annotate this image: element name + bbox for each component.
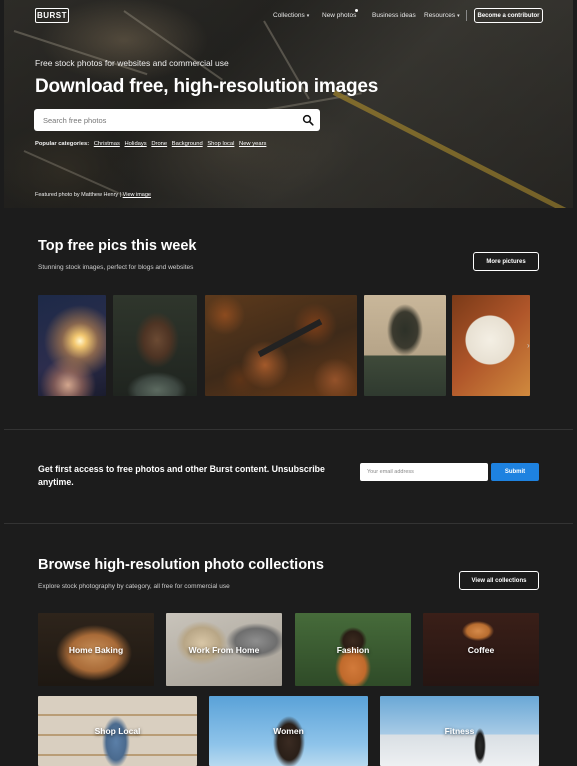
nav-business-ideas[interactable]: Business ideas — [372, 12, 416, 19]
featured-credit-text: Featured photo by Matthew Henry | — [35, 192, 122, 198]
collection-card-fashion[interactable]: Fashion — [295, 613, 411, 686]
search-input[interactable] — [43, 109, 293, 131]
collections-subtitle: Explore stock photography by category, a… — [38, 583, 230, 590]
email-field[interactable] — [360, 463, 488, 481]
section-divider — [4, 429, 573, 430]
submit-button[interactable]: Submit — [491, 463, 539, 481]
featured-photo-credit: Featured photo by Matthew Henry | View i… — [35, 192, 151, 198]
collections-title: Browse high-resolution photo collections — [38, 557, 324, 573]
nav-business-ideas-label: Business ideas — [372, 12, 416, 19]
burst-logo[interactable]: BURST — [35, 8, 69, 23]
popular-categories: Popular categories: Christmas Holidays D… — [35, 141, 269, 147]
category-link-holidays[interactable]: Holidays — [124, 141, 146, 147]
photo-dessert-plate[interactable] — [452, 295, 530, 396]
nav-divider — [466, 10, 467, 21]
become-contributor-button[interactable]: Become a contributor — [474, 8, 543, 23]
chevron-down-icon: ▾ — [457, 13, 460, 19]
collection-label: Fitness — [444, 726, 475, 736]
nav-collections[interactable]: Collections ▾ — [273, 12, 309, 19]
category-link-new-years[interactable]: New years — [239, 141, 266, 147]
photo-courtyard-person[interactable] — [364, 295, 446, 396]
top-pics-title: Top free pics this week — [38, 238, 197, 254]
nav-new-photos[interactable]: New photos — [322, 12, 356, 19]
hero-title: Download free, high-resolution images — [35, 76, 379, 97]
hero-banner — [4, 0, 573, 208]
chevron-down-icon: ▾ — [306, 13, 310, 19]
collection-label: Shop Local — [94, 726, 141, 736]
collection-card-work-from-home[interactable]: Work From Home — [166, 613, 282, 686]
top-pics-subtitle: Stunning stock images, perfect for blogs… — [38, 264, 194, 271]
nav-resources[interactable]: Resources ▾ — [424, 12, 460, 19]
new-indicator-dot — [355, 9, 358, 12]
hero-subtitle: Free stock photos for websites and comme… — [35, 58, 229, 68]
collection-label: Fashion — [336, 644, 370, 655]
more-pictures-button[interactable]: More pictures — [473, 252, 539, 271]
collection-label: Home Baking — [68, 644, 124, 655]
collection-card-fitness[interactable]: Fitness — [380, 696, 539, 766]
category-link-shop-local[interactable]: Shop local — [207, 141, 234, 147]
collection-card-shop-local[interactable]: Shop Local — [38, 696, 197, 766]
category-link-drone[interactable]: Drone — [151, 141, 167, 147]
collection-card-women[interactable]: Women — [209, 696, 368, 766]
popular-categories-label: Popular categories: — [35, 141, 90, 147]
collection-label: Coffee — [467, 644, 495, 655]
collection-card-home-baking[interactable]: Home Baking — [38, 613, 154, 686]
search-icon[interactable] — [302, 114, 314, 126]
collection-label: Women — [273, 726, 304, 736]
newsletter-text: Get first access to free photos and othe… — [38, 464, 325, 487]
carousel-next-icon[interactable]: › — [527, 341, 530, 350]
search-bar — [34, 109, 320, 131]
section-divider — [4, 523, 573, 524]
category-link-background[interactable]: Background — [172, 141, 203, 147]
view-image-link[interactable]: View image — [123, 192, 151, 198]
photo-sparkler[interactable] — [38, 295, 106, 396]
nav-resources-label: Resources — [424, 12, 456, 19]
photo-autumn-forest-aerial[interactable] — [205, 295, 357, 396]
nav-new-photos-label: New photos — [322, 12, 357, 19]
collection-card-coffee[interactable]: Coffee — [423, 613, 539, 686]
category-link-christmas[interactable]: Christmas — [94, 141, 120, 147]
nav-collections-label: Collections — [273, 12, 305, 19]
view-all-collections-button[interactable]: View all collections — [459, 571, 539, 590]
photo-bearded-man[interactable] — [113, 295, 197, 396]
collection-label: Work From Home — [188, 644, 260, 655]
